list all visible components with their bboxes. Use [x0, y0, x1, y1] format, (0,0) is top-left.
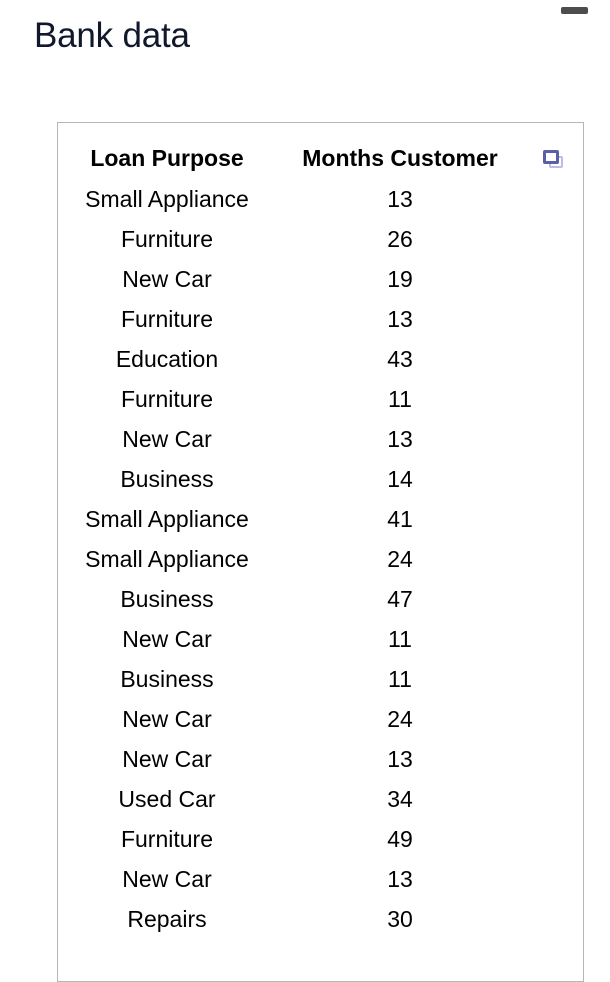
copy-icon[interactable]: [542, 149, 565, 170]
cell-row-action: [524, 499, 583, 539]
cell-months_customer: 19: [387, 266, 413, 292]
cell-months_customer: 11: [388, 666, 412, 692]
bank-data-table-card: Loan Purpose Months Customer Small Appli…: [57, 122, 584, 982]
table-row: New Car 19: [58, 259, 583, 299]
table-row: Furniture 49: [58, 819, 583, 859]
table-row: Furniture 11: [58, 379, 583, 419]
table-row: Furniture 13: [58, 299, 583, 339]
cell-row-action: [524, 619, 583, 659]
cell-loan_purpose: New Car: [122, 426, 212, 452]
window-drag-handle-icon[interactable]: [561, 7, 588, 14]
cell-loan_purpose: Business: [120, 586, 214, 612]
table-actions-header: [524, 123, 583, 179]
page-title: Bank data: [34, 16, 190, 55]
cell-loan_purpose: Education: [115, 346, 219, 372]
column-header-months-customer[interactable]: Months Customer: [276, 123, 524, 179]
cell-loan_purpose: New Car: [122, 746, 212, 772]
cell-months_customer: 26: [387, 226, 413, 252]
cell-row-action: [524, 699, 583, 739]
cell-months_customer: 13: [387, 426, 413, 452]
cell-months_customer: 11: [388, 626, 412, 652]
cell-loan_purpose: Furniture: [120, 306, 214, 332]
cell-loan_purpose: Furniture: [120, 826, 214, 852]
cell-months_customer: 13: [387, 186, 413, 212]
cell-loan_purpose: Furniture: [120, 226, 214, 252]
cell-row-action: [524, 659, 583, 699]
cell-row-action: [524, 259, 583, 299]
cell-loan_purpose: Small Appliance: [85, 186, 249, 212]
cell-row-action: [524, 579, 583, 619]
cell-months_customer: 13: [387, 866, 413, 892]
cell-months_customer: 34: [387, 786, 413, 812]
cell-loan_purpose: Business: [120, 466, 214, 492]
table-row: Business 14: [58, 459, 583, 499]
cell-loan_purpose: Small Appliance: [85, 506, 249, 532]
table-row: New Car 13: [58, 419, 583, 459]
table-row: Furniture 26: [58, 219, 583, 259]
table-row: Education 43: [58, 339, 583, 379]
cell-row-action: [524, 739, 583, 779]
cell-row-action: [524, 819, 583, 859]
cell-months_customer: 14: [387, 466, 413, 492]
bank-data-table: Loan Purpose Months Customer Small Appli…: [58, 123, 583, 939]
cell-row-action: [524, 379, 583, 419]
table-row: New Car 13: [58, 739, 583, 779]
cell-row-action: [524, 459, 583, 499]
cell-loan_purpose: New Car: [122, 266, 212, 292]
cell-loan_purpose: Furniture: [120, 386, 214, 412]
table-row: New Car 13: [58, 859, 583, 899]
cell-months_customer: 24: [387, 546, 413, 572]
cell-loan_purpose: Small Appliance: [85, 546, 249, 572]
table-header: Loan Purpose Months Customer: [58, 123, 583, 179]
cell-loan_purpose: Business: [120, 666, 214, 692]
cell-row-action: [524, 299, 583, 339]
table-row: Business 11: [58, 659, 583, 699]
cell-months_customer: 13: [387, 746, 413, 772]
cell-row-action: [524, 339, 583, 379]
cell-months_customer: 13: [387, 306, 413, 332]
cell-row-action: [524, 539, 583, 579]
table-row: New Car 24: [58, 699, 583, 739]
cell-row-action: [524, 779, 583, 819]
table-row: Small Appliance 41: [58, 499, 583, 539]
cell-months_customer: 49: [387, 826, 413, 852]
cell-months_customer: 47: [387, 586, 413, 612]
cell-loan_purpose: Used Car: [118, 786, 216, 812]
cell-months_customer: 11: [388, 386, 412, 412]
column-header-loan-purpose[interactable]: Loan Purpose: [58, 123, 276, 179]
table-row: Small Appliance 13: [58, 179, 583, 219]
table-row: Used Car 34: [58, 779, 583, 819]
cell-row-action: [524, 859, 583, 899]
cell-loan_purpose: New Car: [122, 706, 212, 732]
table-row: Business 47: [58, 579, 583, 619]
cell-months_customer: 30: [387, 906, 413, 932]
cell-months_customer: 24: [387, 706, 413, 732]
cell-row-action: [524, 419, 583, 459]
table-row: Small Appliance 24: [58, 539, 583, 579]
cell-months_customer: 43: [387, 346, 413, 372]
table-row: Repairs 30: [58, 899, 583, 939]
cell-loan_purpose: Repairs: [127, 906, 207, 932]
cell-months_customer: 41: [387, 506, 413, 532]
table-row: New Car 11: [58, 619, 583, 659]
cell-row-action: [524, 899, 583, 939]
table-body: Small Appliance 13 Furniture 26 New Car 19 Fur…: [58, 179, 583, 939]
cell-row-action: [524, 219, 583, 259]
copy-icon-front-sheet: [542, 150, 559, 165]
cell-loan_purpose: New Car: [122, 866, 212, 892]
table-header-row: Loan Purpose Months Customer: [58, 123, 583, 179]
cell-row-action: [524, 179, 583, 219]
cell-loan_purpose: New Car: [122, 626, 212, 652]
